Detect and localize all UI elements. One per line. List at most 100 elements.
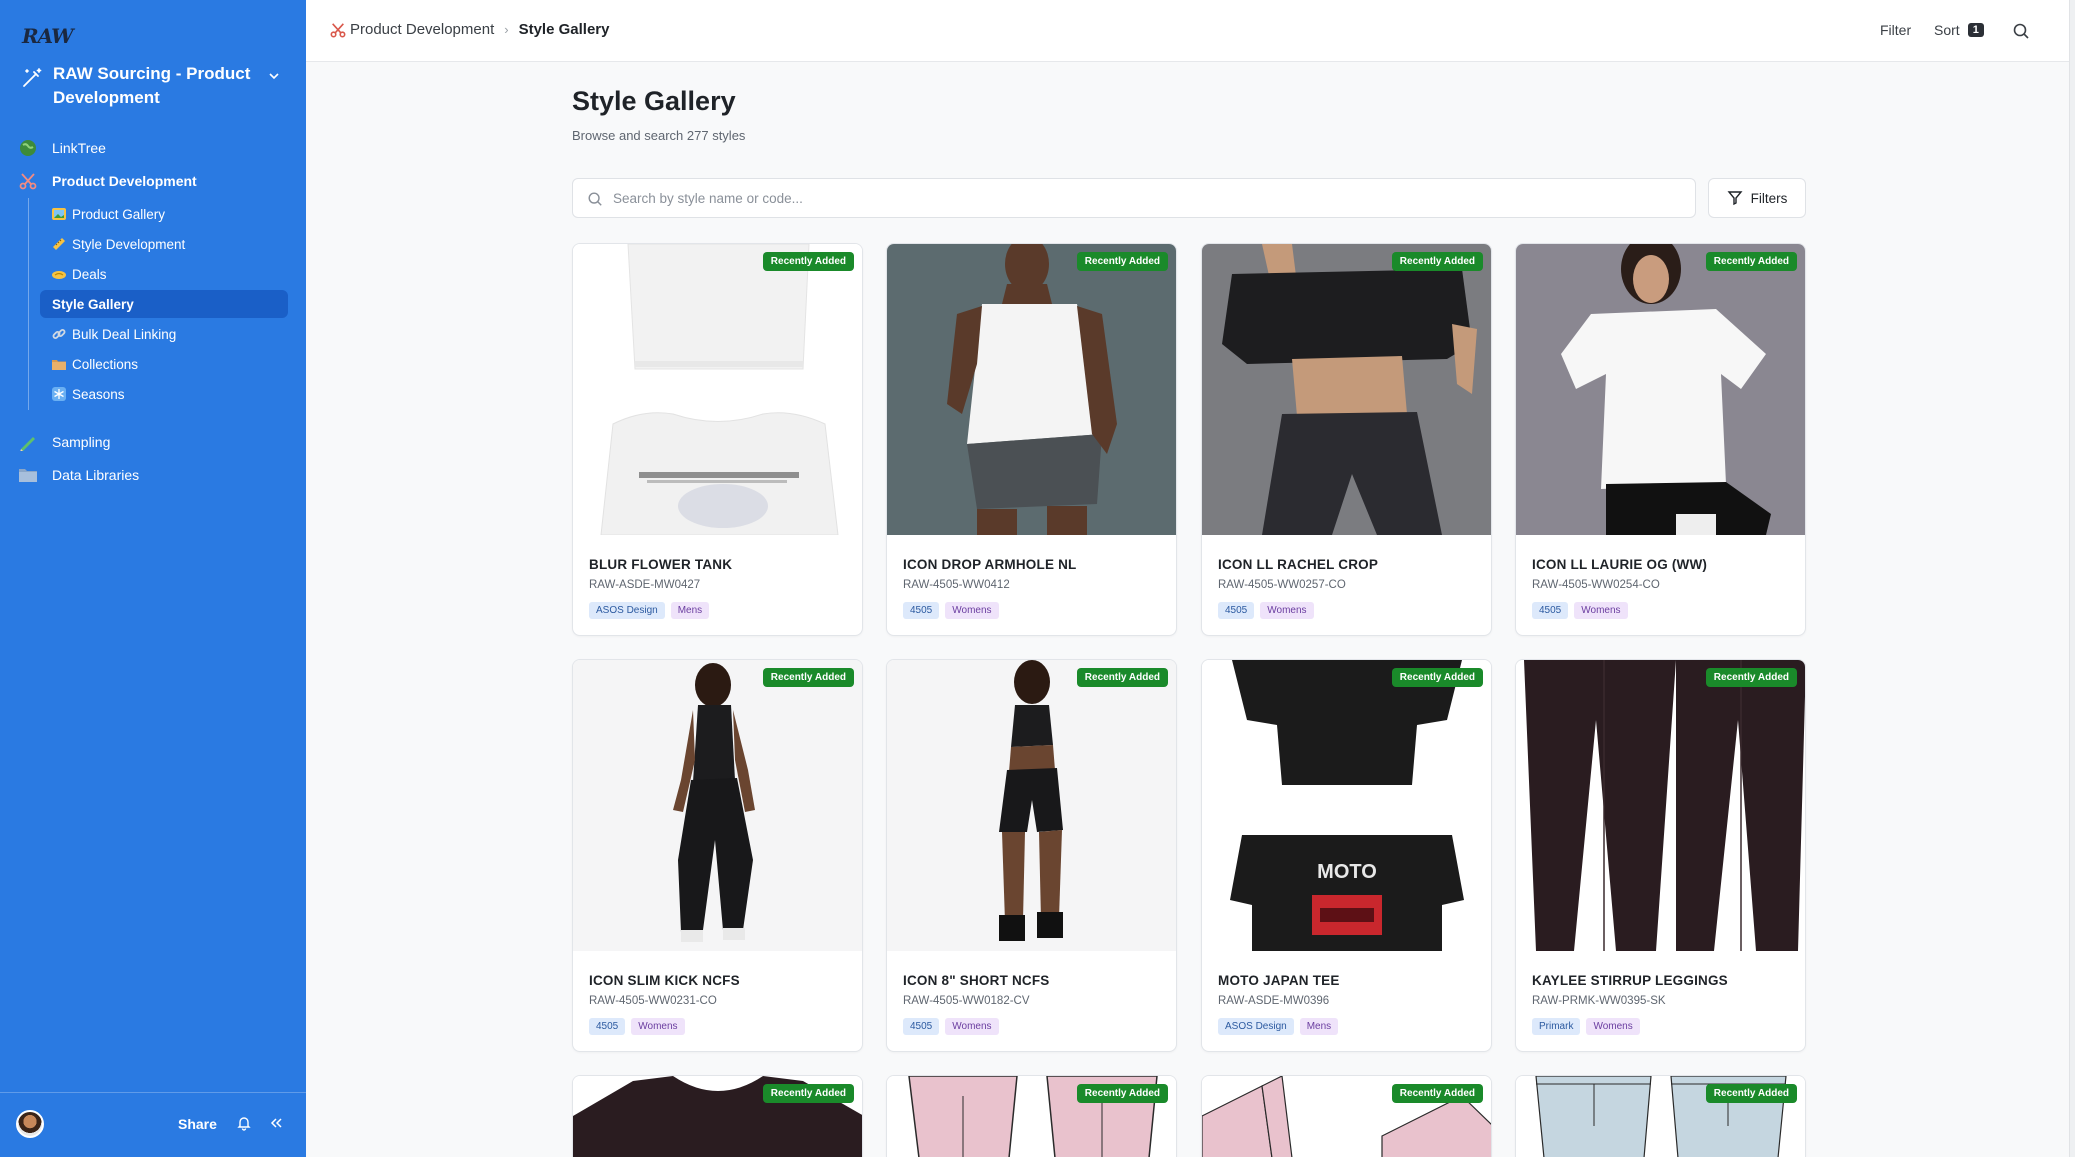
gender-tag: Womens xyxy=(945,602,999,619)
style-name: ICON LL RACHEL CROP xyxy=(1218,557,1379,572)
style-name: BLUR FLOWER TANK xyxy=(589,557,733,572)
gender-tag: Mens xyxy=(670,602,710,619)
chevron-down-icon[interactable] xyxy=(266,68,282,84)
style-card[interactable]: MOTO Recently Added MOTO JAPAN TEE RAW-A… xyxy=(1201,659,1492,1052)
sidebar-item-label: Style Gallery xyxy=(52,296,134,312)
breadcrumb-product-development[interactable]: Product Development xyxy=(350,21,494,38)
product-image xyxy=(1516,244,1805,535)
gender-tag: Womens xyxy=(631,1018,685,1035)
brand-tag: 4505 xyxy=(903,602,940,619)
recently-added-badge: Recently Added xyxy=(1076,1084,1168,1103)
sidebar-item-label: Product Gallery xyxy=(72,206,166,222)
search-box[interactable] xyxy=(572,178,1696,218)
style-card[interactable]: Recently Added ICON LL RACHEL CROP RAW-4… xyxy=(1201,243,1492,636)
sidebar-item-label: Deals xyxy=(72,266,107,282)
brand-tag: ASOS Design xyxy=(1218,1018,1294,1035)
raw-logo[interactable]: RAW xyxy=(22,24,74,48)
style-card[interactable]: Recently Added ICON SLIM KICK NCFS RAW-4… xyxy=(572,659,863,1052)
style-name: ICON DROP ARMHOLE NL xyxy=(903,557,1077,572)
tee-print-text: MOTO xyxy=(1317,861,1377,883)
style-card[interactable]: Recently Added xyxy=(1515,1075,1806,1157)
style-name: ICON LL LAURIE OG (WW) xyxy=(1532,557,1708,572)
recently-added-badge: Recently Added xyxy=(762,252,854,271)
style-card[interactable]: Recently Added ICON LL LAURIE OG (WW) RA… xyxy=(1515,243,1806,636)
link-icon xyxy=(52,327,66,341)
style-card[interactable]: Recently Added xyxy=(886,1075,1177,1157)
sort-label: Sort xyxy=(1934,22,1960,38)
sidebar-item-label: Sampling xyxy=(52,434,111,450)
scissors-icon xyxy=(18,171,38,191)
filters-button[interactable]: Filters xyxy=(1708,178,1806,218)
style-code: RAW-PRMK-WW0395-SK xyxy=(1532,995,1666,1007)
recently-added-badge: Recently Added xyxy=(1705,252,1797,271)
style-code: RAW-4505-WW0231-CO xyxy=(589,995,717,1007)
recently-added-badge: Recently Added xyxy=(762,1084,854,1103)
sidebar-item-style-development[interactable]: Style Development xyxy=(40,230,288,258)
brand-tag: 4505 xyxy=(589,1018,626,1035)
style-code: RAW-ASDE-MW0396 xyxy=(1218,995,1330,1007)
workspace-title: RAW Sourcing - Product Development xyxy=(53,64,251,107)
picture-icon xyxy=(52,207,66,221)
sidebar-item-deals[interactable]: Deals xyxy=(40,260,288,288)
style-name: ICON SLIM KICK NCFS xyxy=(589,973,740,988)
share-button[interactable]: Share xyxy=(178,1116,217,1132)
style-card[interactable]: Recently Added ICON DROP ARMHOLE NL RAW-… xyxy=(886,243,1177,636)
chevron-right-icon: › xyxy=(504,22,509,37)
search-input[interactable] xyxy=(613,179,1683,217)
style-code: RAW-4505-WW0182-CV xyxy=(903,995,1030,1007)
sidebar-item-label: Collections xyxy=(72,356,139,372)
recently-added-badge: Recently Added xyxy=(1705,1084,1797,1103)
filter-button[interactable]: Filter xyxy=(1880,22,1911,38)
folder-icon xyxy=(18,465,38,485)
product-image xyxy=(1202,244,1491,535)
bell-icon[interactable] xyxy=(236,1115,252,1131)
page-title: Style Gallery xyxy=(572,86,736,116)
style-name: KAYLEE STIRRUP LEGGINGS xyxy=(1532,973,1728,988)
style-card[interactable]: Recently Added ICON 8" SHORT NCFS RAW-45… xyxy=(886,659,1177,1052)
product-image xyxy=(573,244,862,535)
scrollbar[interactable] xyxy=(2069,0,2075,1157)
recently-added-badge: Recently Added xyxy=(1076,252,1168,271)
subtree-line xyxy=(28,198,29,410)
scissors-icon xyxy=(330,22,346,37)
page-subtitle: Browse and search 277 styles xyxy=(572,128,746,143)
sidebar-item-label: Data Libraries xyxy=(52,467,140,483)
collapse-sidebar-icon[interactable] xyxy=(268,1115,284,1131)
avatar[interactable] xyxy=(16,1110,44,1138)
style-code: RAW-4505-WW0412 xyxy=(903,579,1010,591)
brand-tag: Primark xyxy=(1532,1018,1581,1035)
recently-added-badge: Recently Added xyxy=(1705,668,1797,687)
sidebar-item-linktree[interactable]: LinkTree xyxy=(18,133,288,163)
folder-icon xyxy=(52,357,66,371)
ruler-icon xyxy=(52,237,66,251)
filter-icon xyxy=(1727,191,1743,206)
sidebar-item-label: LinkTree xyxy=(52,140,106,156)
sidebar-item-style-gallery[interactable]: Style Gallery xyxy=(40,290,288,318)
sidebar-item-data-libraries[interactable]: Data Libraries xyxy=(18,460,288,490)
breadcrumb: Product Development › Style Gallery xyxy=(330,21,609,38)
gender-tag: Womens xyxy=(1586,1018,1640,1035)
style-code: RAW-4505-WW0257-CO xyxy=(1218,579,1346,591)
brand-tag: 4505 xyxy=(903,1018,940,1035)
gender-tag: Mens xyxy=(1299,1018,1339,1035)
product-image xyxy=(887,244,1176,535)
recently-added-badge: Recently Added xyxy=(1391,252,1483,271)
globe-icon xyxy=(18,138,38,158)
style-card[interactable]: Recently Added xyxy=(572,1075,863,1157)
search-icon[interactable] xyxy=(2012,22,2030,40)
style-card[interactable]: Recently Added xyxy=(1201,1075,1492,1157)
style-card[interactable]: Recently Added KAYLEE STIRRUP LEGGINGS R… xyxy=(1515,659,1806,1052)
sidebar-item-sampling[interactable]: Sampling xyxy=(18,427,288,457)
sidebar-item-product-development[interactable]: Product Development xyxy=(18,166,288,196)
sidebar-item-collections[interactable]: Collections xyxy=(40,350,288,378)
gender-tag: Womens xyxy=(1260,602,1314,619)
style-card[interactable]: Recently Added BLUR FLOWER TANK RAW-ASDE… xyxy=(572,243,863,636)
sidebar-item-bulk-deal-linking[interactable]: Bulk Deal Linking xyxy=(40,320,288,348)
style-code: RAW-4505-WW0254-CO xyxy=(1532,579,1660,591)
sidebar-item-seasons[interactable]: Seasons xyxy=(40,380,288,408)
sidebar-item-product-gallery[interactable]: Product Gallery xyxy=(40,200,288,228)
search-icon xyxy=(588,192,602,206)
sort-button[interactable]: Sort 1 xyxy=(1934,22,1984,38)
gender-tag: Womens xyxy=(945,1018,999,1035)
workspace-switcher[interactable]: RAW Sourcing - Product Development xyxy=(18,62,288,116)
